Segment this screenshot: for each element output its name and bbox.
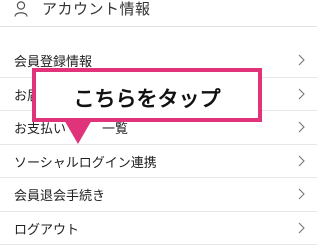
menu-item-social-login[interactable]: ソーシャルログイン連携	[0, 145, 317, 178]
menu-item-label-end: 一覧	[102, 122, 129, 137]
chevron-right-icon	[298, 54, 305, 66]
callout-arrow-icon	[63, 118, 93, 144]
menu-item-logout[interactable]: ログアウト	[0, 212, 317, 245]
chevron-right-icon	[298, 155, 305, 166]
header-divider	[0, 26, 317, 27]
menu-item-label: ログアウト	[14, 222, 80, 238]
menu-item-withdraw[interactable]: 会員退会手続き	[0, 178, 317, 212]
chevron-right-icon	[298, 222, 305, 233]
chevron-right-icon	[298, 88, 305, 99]
page-title: アカウント情報	[42, 0, 151, 18]
chevron-right-icon	[298, 121, 305, 133]
menu-item-label: 会員退会手続き	[14, 189, 106, 204]
person-icon	[14, 1, 28, 17]
tap-here-callout: こちらをタップ	[32, 68, 262, 122]
callout-text: こちらをタップ	[73, 88, 221, 111]
chevron-right-icon	[298, 188, 305, 200]
menu-item-label: ソーシャルログイン連携	[14, 155, 157, 171]
menu-item-label-start: お支払い	[14, 122, 67, 137]
account-header: アカウント情報	[0, 0, 317, 22]
